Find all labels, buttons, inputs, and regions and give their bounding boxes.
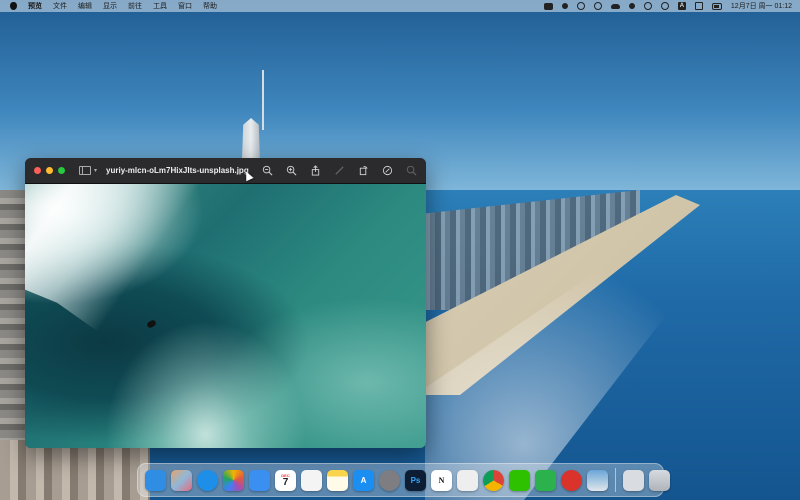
downloads-folder-icon[interactable] (623, 469, 644, 491)
menu-bar: 预览 文件 编辑 显示 前往 工具 窗口 帮助 A 12月7日 周一 01:12 (0, 0, 800, 12)
chevron-down-icon[interactable]: ▾ (94, 167, 97, 174)
cloud-icon[interactable] (610, 3, 620, 9)
close-button[interactable] (34, 167, 41, 174)
annotate-icon[interactable] (382, 165, 393, 176)
menu-go[interactable]: 前往 (128, 1, 142, 11)
minimize-button[interactable] (46, 167, 53, 174)
toggle-icon[interactable] (694, 2, 703, 10)
reminders-icon[interactable] (301, 469, 322, 491)
markup-pen-icon[interactable] (334, 165, 345, 176)
window-titlebar[interactable]: ▾ yuriy-mlcn-oLm7HixJIts-unsplash.jpg (25, 158, 426, 184)
chrome-icon[interactable] (483, 469, 504, 491)
rss-icon[interactable] (576, 2, 585, 10)
notion-icon[interactable]: N (431, 469, 452, 491)
system-preferences-icon[interactable] (379, 469, 400, 491)
wallpaper-tower-spire (262, 70, 264, 130)
share-icon[interactable] (310, 165, 321, 176)
wechat-icon[interactable] (509, 469, 530, 491)
search-icon[interactable] (406, 165, 417, 176)
menu-view[interactable]: 显示 (103, 1, 117, 11)
dock-separator (615, 468, 616, 492)
trash-icon[interactable] (649, 469, 670, 491)
battery-icon[interactable] (711, 2, 722, 10)
menu-edit[interactable]: 编辑 (78, 1, 92, 11)
mail-icon[interactable] (249, 469, 270, 491)
traffic-lights (34, 167, 65, 174)
netease-music-icon[interactable] (561, 469, 582, 491)
zoom-in-icon[interactable] (286, 165, 297, 176)
cat-icon[interactable] (628, 3, 635, 9)
wallpaper-city-bottom (0, 440, 150, 500)
document-title: yuriy-mlcn-oLm7HixJIts-unsplash.jpg (106, 166, 249, 175)
calendar-icon[interactable]: DEC 7 (275, 469, 296, 491)
preview-window: ▾ yuriy-mlcn-oLm7HixJIts-unsplash.jpg (25, 158, 426, 448)
launchpad-icon[interactable] (171, 469, 192, 491)
x-badge-icon[interactable] (543, 2, 553, 10)
rotate-icon[interactable] (358, 165, 369, 176)
app-menu[interactable]: 预览 (28, 1, 42, 11)
menu-window[interactable]: 窗口 (178, 1, 192, 11)
finder-icon[interactable] (145, 469, 166, 491)
menu-tools[interactable]: 工具 (153, 1, 167, 11)
letter-a-icon[interactable]: A (677, 2, 686, 10)
calendar-day: 7 (282, 476, 289, 488)
zoom-out-icon[interactable] (262, 165, 273, 176)
target-icon[interactable] (660, 2, 669, 10)
photos-icon[interactable] (223, 469, 244, 491)
preview-icon[interactable] (587, 469, 608, 491)
qq-icon[interactable] (457, 469, 478, 491)
notes-icon[interactable] (327, 469, 348, 491)
photoshop-icon[interactable]: Ps (405, 469, 426, 491)
wechat-work-icon[interactable] (535, 469, 556, 491)
fullscreen-button[interactable] (58, 167, 65, 174)
wechat-icon[interactable] (561, 3, 568, 9)
safari-icon[interactable] (197, 469, 218, 491)
apple-menu-icon[interactable] (10, 2, 17, 10)
menu-bar-clock[interactable]: 12月7日 周一 01:12 (731, 1, 792, 11)
menu-file[interactable]: 文件 (53, 1, 67, 11)
stop-icon[interactable] (643, 2, 652, 10)
menu-help[interactable]: 帮助 (203, 1, 217, 11)
app-store-icon[interactable]: A (353, 469, 374, 491)
window-toolbar (262, 165, 426, 176)
sidebar-toggle-icon[interactable] (79, 166, 91, 175)
record-icon[interactable] (593, 2, 602, 10)
dock: DEC 7 A Ps N (137, 463, 670, 497)
